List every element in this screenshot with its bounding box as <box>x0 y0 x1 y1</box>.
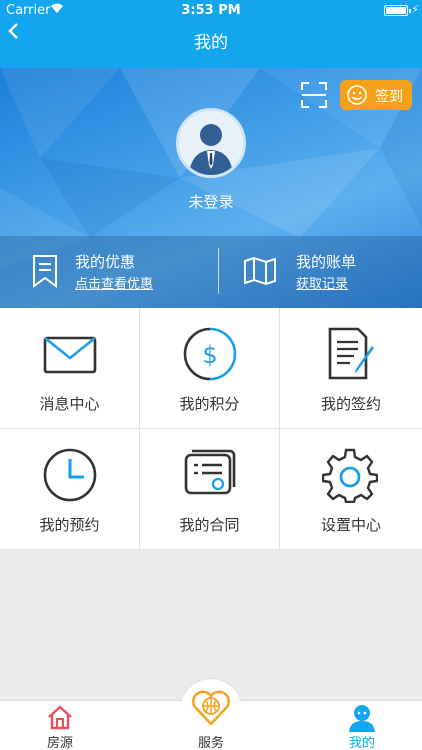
house-icon <box>48 705 72 730</box>
battery-icon <box>384 5 411 16</box>
smiley-icon <box>347 85 367 105</box>
status-time: 3:53 PM <box>181 3 241 18</box>
grid-item-points[interactable]: $ 我的积分 <box>140 308 280 429</box>
grid-item-settings[interactable]: 设置中心 <box>280 429 422 550</box>
function-grid: 消息中心 $ 我的积分 我的签约 我的预约 我的合同 设置中心 <box>0 308 422 550</box>
map-icon <box>244 256 276 286</box>
svg-text:$: $ <box>202 341 217 369</box>
promo-bar: 我的优惠 点击查看优惠 我的账单 获取记录 <box>0 236 422 308</box>
contract-card-icon <box>184 449 236 495</box>
coupons-title: 我的优惠 <box>75 253 136 271</box>
grid-item-signing[interactable]: 我的签约 <box>280 308 422 429</box>
user-avatar-icon <box>179 111 243 175</box>
sign-in-button[interactable]: 签到 <box>340 80 412 110</box>
page-title: 我的 <box>194 33 228 53</box>
bookmark-icon <box>33 255 57 288</box>
top-bar: Carrier 3:53 PM ⚡ 我的 <box>0 0 422 68</box>
coupons-section[interactable]: 我的优惠 点击查看优惠 <box>0 236 218 308</box>
scan-icon <box>301 82 327 108</box>
login-status[interactable]: 未登录 <box>0 191 422 212</box>
bill-title: 我的账单 <box>296 253 357 271</box>
user-icon <box>349 705 375 732</box>
charging-icon: ⚡ <box>411 3 419 16</box>
envelope-icon <box>43 336 97 374</box>
grid-item-contracts[interactable]: 我的合同 <box>140 429 280 550</box>
grid-item-label: 我的签约 <box>320 395 381 413</box>
status-bar: Carrier 3:53 PM ⚡ <box>0 0 422 22</box>
bill-section[interactable]: 我的账单 获取记录 <box>219 236 422 308</box>
tab-mine[interactable]: 我的 <box>322 704 402 750</box>
heart-basketball-icon <box>192 690 230 726</box>
document-pen-icon <box>328 327 374 380</box>
scan-qr-button[interactable] <box>300 81 328 109</box>
avatar[interactable] <box>176 108 246 178</box>
grid-item-label: 我的积分 <box>179 395 240 413</box>
sign-in-label: 签到 <box>375 89 403 105</box>
grid-item-label: 设置中心 <box>320 516 381 534</box>
coupons-link[interactable]: 点击查看优惠 <box>75 273 153 292</box>
grid-item-messages[interactable]: 消息中心 <box>0 308 140 429</box>
clock-icon <box>43 448 97 502</box>
grid-item-appointments[interactable]: 我的预约 <box>0 429 140 550</box>
bill-link[interactable]: 获取记录 <box>296 273 348 292</box>
gear-icon <box>322 448 378 503</box>
grid-item-label: 我的预约 <box>39 516 100 534</box>
tab-label: 房源 <box>46 736 73 750</box>
tab-label: 我的 <box>348 736 375 750</box>
grid-item-label: 我的合同 <box>179 516 240 534</box>
dollar-coin-icon: $ <box>183 327 237 381</box>
grid-item-label: 消息中心 <box>39 395 100 413</box>
tab-services[interactable]: 服务 <box>171 690 251 750</box>
tab-listings[interactable]: 房源 <box>20 704 100 750</box>
tab-label: 服务 <box>197 736 224 750</box>
